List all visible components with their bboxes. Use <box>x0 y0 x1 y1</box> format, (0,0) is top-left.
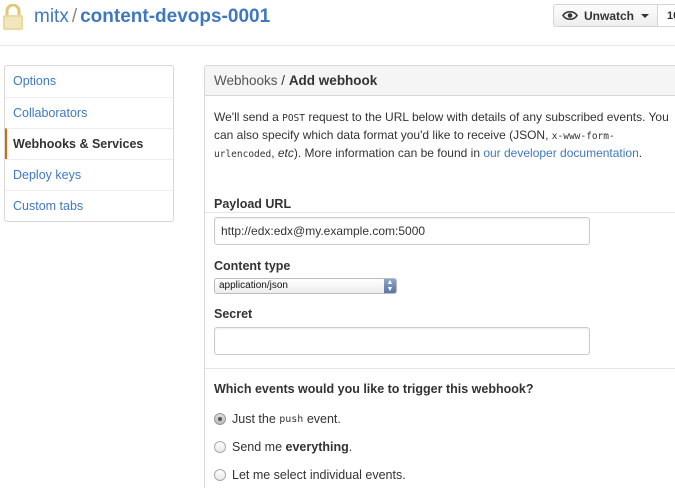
sidebar-item-custom-tabs[interactable]: Custom tabs <box>5 190 173 221</box>
option-text: Send me <box>232 440 286 454</box>
webhook-description: We'll send a POST request to the URL bel… <box>205 96 675 213</box>
intro-text: . <box>638 146 643 160</box>
page-title: Add webhook <box>288 73 378 88</box>
sidebar-item-collaborators[interactable]: Collaborators <box>5 97 173 128</box>
payload-url-input[interactable]: http://edx:edx@my.example.com:5000 <box>214 217 590 245</box>
option-bold-everything: everything <box>285 440 349 454</box>
title-separator: / <box>71 6 78 27</box>
sidebar-item-webhooks-services[interactable]: Webhooks & Services <box>5 128 173 159</box>
option-text: Let me select individual events. <box>232 468 406 482</box>
option-text: Just the <box>232 412 280 426</box>
intro-em: etc <box>277 146 294 160</box>
repo-title: mitx / content-devops-0001 <box>34 5 270 29</box>
event-option-push[interactable]: Just the push event. <box>214 412 341 426</box>
event-option-individual[interactable]: Let me select individual events. <box>214 468 406 482</box>
content-type-value: application/json <box>219 280 288 291</box>
events-question: Which events would you like to trigger t… <box>214 382 534 396</box>
payload-url-label: Payload URL <box>214 197 292 211</box>
sidebar-item-deploy-keys[interactable]: Deploy keys <box>5 159 173 190</box>
repo-header: mitx/content-devops-0001 Unwatch 10 <box>0 0 675 46</box>
repo-owner-link[interactable]: mitx <box>34 6 69 27</box>
divider <box>205 368 675 369</box>
intro-text: , <box>271 146 278 160</box>
sidebar-item-options[interactable]: Options <box>5 66 173 97</box>
option-code-push: push <box>279 413 304 425</box>
content-type-select[interactable]: application/json ▲ ▼ <box>214 278 397 294</box>
settings-menu: Options Collaborators Webhooks & Service… <box>4 65 174 222</box>
option-text: . <box>348 440 353 454</box>
unwatch-button[interactable]: Unwatch <box>553 4 659 27</box>
breadcrumb: Webhooks / Add webhook <box>205 66 675 96</box>
watchers-count[interactable]: 10 <box>658 4 675 27</box>
eye-icon <box>562 10 578 21</box>
chevron-down-icon <box>641 13 650 18</box>
add-webhook-panel: Webhooks / Add webhook We'll send a POST… <box>204 65 675 488</box>
lock-icon <box>3 4 23 30</box>
repo-name-link[interactable]: content-devops-0001 <box>80 6 270 27</box>
content-type-label: Content type <box>214 259 291 273</box>
secret-label: Secret <box>214 307 253 321</box>
option-text: event. <box>303 412 341 426</box>
watch-control: Unwatch 10 <box>553 4 675 27</box>
intro-text: ). More information can be found in <box>293 146 484 160</box>
secret-input[interactable] <box>214 327 590 355</box>
intro-code-post: POST <box>282 113 305 124</box>
radio-push[interactable] <box>214 413 226 425</box>
radio-individual[interactable] <box>214 469 226 481</box>
radio-everything[interactable] <box>214 441 226 453</box>
breadcrumb-webhooks-link[interactable]: Webhooks <box>214 73 278 88</box>
breadcrumb-separator: / <box>277 73 289 88</box>
unwatch-label: Unwatch <box>584 8 635 23</box>
select-arrows-icon: ▲ ▼ <box>384 279 396 293</box>
event-option-everything[interactable]: Send me everything. <box>214 440 352 454</box>
developer-docs-link[interactable]: our developer documentation <box>483 146 638 160</box>
intro-text: We'll send a <box>214 110 283 124</box>
